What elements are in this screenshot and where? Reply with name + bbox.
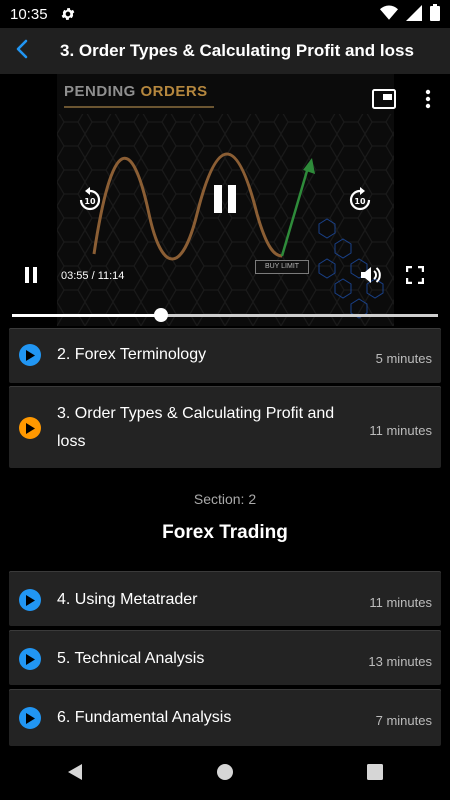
- lesson-item[interactable]: 5. Technical Analysis 13 minutes: [9, 630, 441, 685]
- fullscreen-button[interactable]: [403, 265, 427, 289]
- slide-title-underline: [64, 106, 214, 108]
- lesson-title: 6. Fundamental Analysis: [57, 709, 232, 726]
- current-time: 03:55: [61, 270, 89, 282]
- lesson-duration: 11 minutes: [369, 595, 432, 610]
- back-arrow-icon: [14, 39, 30, 64]
- lesson-item[interactable]: 6. Fundamental Analysis 7 minutes: [9, 689, 441, 746]
- total-time: 11:14: [97, 270, 125, 282]
- video-player[interactable]: PENDING ORDERS BUY LIMIT 10 10 03:55 / 1…: [0, 74, 450, 326]
- pause-icon: [212, 184, 238, 219]
- system-nav-bar: [0, 748, 450, 800]
- battery-icon: [430, 4, 440, 26]
- lesson-title: 2. Forex Terminology: [57, 346, 207, 363]
- cell-signal-icon: [406, 4, 422, 26]
- lesson-duration: 13 minutes: [368, 654, 432, 669]
- lesson-title: 4. Using Metatrader: [57, 591, 198, 608]
- pause-icon: [24, 266, 38, 288]
- more-options-button[interactable]: [416, 88, 440, 114]
- play-circle-icon: [19, 648, 41, 670]
- lesson-duration: 11 minutes: [369, 423, 432, 438]
- play-circle-icon: [19, 344, 41, 366]
- play-circle-icon: [19, 589, 41, 611]
- play-circle-icon: [19, 707, 41, 729]
- nav-recents-icon: [367, 763, 383, 785]
- settings-gear-icon: [60, 6, 76, 22]
- pause-button[interactable]: [207, 182, 243, 220]
- section-title: Forex Trading: [162, 522, 288, 543]
- forward-10-button[interactable]: 10: [346, 186, 374, 217]
- wifi-icon: [380, 5, 398, 26]
- lesson-item-current[interactable]: 3. Order Types & Calculating Profit and …: [9, 386, 441, 468]
- time-display: 03:55 / 11:14: [61, 270, 124, 282]
- nav-back-icon: [67, 763, 83, 786]
- progress-bar[interactable]: [12, 308, 438, 322]
- progress-fill: [12, 314, 161, 317]
- lesson-title-line2: loss: [57, 433, 86, 450]
- app-bar: 3. Order Types & Calculating Profit and …: [0, 28, 450, 74]
- status-bar: 10:35: [0, 0, 450, 28]
- lesson-title: 3. Order Types & Calculating Profit and: [57, 405, 335, 422]
- svg-text:10: 10: [354, 197, 366, 206]
- nav-home-icon: [216, 763, 234, 786]
- nav-back-button[interactable]: [45, 754, 105, 794]
- section-label: Section: 2: [193, 491, 257, 507]
- pip-button[interactable]: [370, 88, 398, 114]
- slide-title-part1: PENDING: [64, 83, 136, 100]
- nav-recents-button[interactable]: [345, 754, 405, 794]
- lesson-duration: 7 minutes: [375, 713, 432, 728]
- rewind-10-button[interactable]: 10: [76, 186, 104, 217]
- nav-home-button[interactable]: [195, 754, 255, 794]
- forward-10-icon: 10: [348, 186, 372, 217]
- lesson-item[interactable]: 4. Using Metatrader 11 minutes: [9, 571, 441, 626]
- svg-text:10: 10: [84, 197, 96, 206]
- fullscreen-icon: [405, 265, 425, 289]
- status-time: 10:35: [10, 5, 48, 23]
- lesson-title: 5. Technical Analysis: [57, 650, 205, 667]
- play-circle-icon: [19, 417, 41, 439]
- slide-title-part2: ORDERS: [140, 83, 208, 100]
- buy-limit-label: BUY LIMIT: [255, 260, 309, 274]
- replay-10-icon: 10: [78, 186, 102, 217]
- progress-thumb[interactable]: [153, 308, 168, 322]
- page-title: 3. Order Types & Calculating Profit and …: [60, 41, 414, 60]
- small-pause-button[interactable]: [20, 266, 42, 288]
- lesson-item[interactable]: 2. Forex Terminology 5 minutes: [9, 328, 441, 383]
- back-button[interactable]: [0, 28, 44, 74]
- volume-icon: [360, 265, 382, 290]
- slide-title: PENDING ORDERS: [64, 83, 208, 100]
- pip-icon: [372, 88, 396, 114]
- time-separator: /: [88, 270, 98, 282]
- more-vert-icon: [425, 89, 431, 114]
- volume-button[interactable]: [358, 265, 384, 289]
- lesson-duration: 5 minutes: [375, 351, 432, 366]
